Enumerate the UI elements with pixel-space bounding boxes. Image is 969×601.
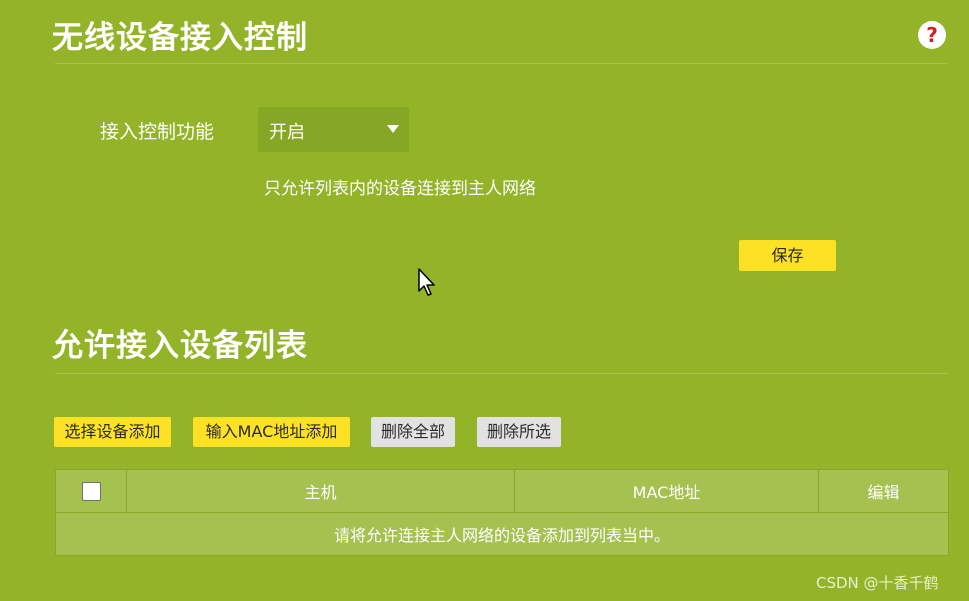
watermark: CSDN @十香千鹤 xyxy=(816,574,939,592)
column-header-host: 主机 xyxy=(126,469,515,513)
select-device-add-button[interactable]: 选择设备添加 xyxy=(54,417,171,447)
delete-all-button[interactable]: 删除全部 xyxy=(371,417,455,447)
input-mac-add-button[interactable]: 输入MAC地址添加 xyxy=(193,417,350,447)
access-control-hint: 只允许列表内的设备连接到主人网络 xyxy=(264,179,536,199)
table-row: 请将允许连接主人网络的设备添加到列表当中。 xyxy=(55,512,949,556)
column-header-mac: MAC地址 xyxy=(514,469,819,513)
access-control-function-select[interactable]: 开启 xyxy=(258,107,409,152)
allowed-list-title: 允许接入设备列表 xyxy=(52,328,308,364)
column-header-edit: 编辑 xyxy=(818,469,949,513)
select-value: 开启 xyxy=(269,122,305,143)
list-title-divider xyxy=(55,373,948,374)
table-header-row: 主机 MAC地址 编辑 xyxy=(55,469,949,513)
title-divider xyxy=(55,63,948,64)
allowed-device-table: 主机 MAC地址 编辑 请将允许连接主人网络的设备添加到列表当中。 xyxy=(55,469,949,556)
empty-table-message: 请将允许连接主人网络的设备添加到列表当中。 xyxy=(55,512,949,556)
triangle-down-icon xyxy=(387,125,399,133)
select-all-checkbox[interactable] xyxy=(81,482,101,501)
access-control-title: 无线设备接入控制 xyxy=(52,20,308,56)
access-control-function-label: 接入控制功能 xyxy=(100,121,215,143)
select-all-cell xyxy=(55,469,127,513)
mouse-pointer-icon xyxy=(418,268,435,296)
delete-selected-button[interactable]: 删除所选 xyxy=(477,417,561,447)
save-button[interactable]: 保存 xyxy=(739,240,836,271)
help-icon[interactable]: ? xyxy=(918,21,946,49)
